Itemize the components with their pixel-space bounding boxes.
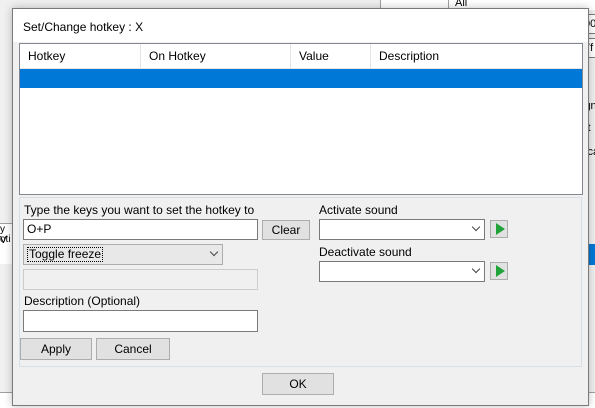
- set-hotkey-dialog: Set/Change hotkey : X Hotkey On Hotkey V…: [12, 8, 589, 406]
- value-input: [23, 269, 258, 290]
- description-label: Description (Optional): [24, 294, 141, 308]
- column-value[interactable]: Value: [291, 44, 371, 68]
- chevron-down-icon: [473, 266, 480, 273]
- hotkey-list[interactable]: Hotkey On Hotkey Value Description: [19, 43, 583, 195]
- keys-label: Type the keys you want to set the hotkey…: [24, 203, 255, 217]
- action-select[interactable]: Toggle freeze: [23, 244, 223, 265]
- cancel-button[interactable]: Cancel: [96, 338, 170, 360]
- title-bar: Set/Change hotkey : X: [13, 9, 588, 42]
- chevron-down-icon: [473, 224, 480, 231]
- play-activate-sound-icon[interactable]: [490, 220, 508, 238]
- dialog-footer: OK: [13, 367, 588, 405]
- description-input[interactable]: [23, 310, 258, 332]
- column-on-hotkey[interactable]: On Hotkey: [141, 44, 291, 68]
- background-text-fragment: oti: [0, 234, 11, 245]
- dialog-title: Set/Change hotkey : X: [23, 20, 144, 34]
- chevron-down-icon: [211, 249, 218, 256]
- activate-sound-label: Activate sound: [319, 203, 398, 217]
- table-row[interactable]: [20, 69, 582, 88]
- apply-button[interactable]: Apply: [20, 338, 92, 360]
- deactivate-sound-select[interactable]: [319, 261, 485, 282]
- list-header: Hotkey On Hotkey Value Description: [20, 44, 582, 69]
- column-description[interactable]: Description: [371, 44, 582, 68]
- action-select-value: Toggle freeze: [27, 247, 104, 262]
- activate-sound-select[interactable]: [319, 219, 485, 240]
- hotkey-settings-panel: Type the keys you want to set the hotkey…: [19, 197, 582, 367]
- ok-button[interactable]: OK: [262, 373, 334, 395]
- play-deactivate-sound-icon[interactable]: [490, 262, 508, 280]
- clear-button[interactable]: Clear: [262, 220, 310, 240]
- deactivate-sound-label: Deactivate sound: [319, 245, 412, 259]
- column-hotkey[interactable]: Hotkey: [20, 44, 141, 68]
- hotkey-keys-input[interactable]: O+P: [23, 219, 258, 240]
